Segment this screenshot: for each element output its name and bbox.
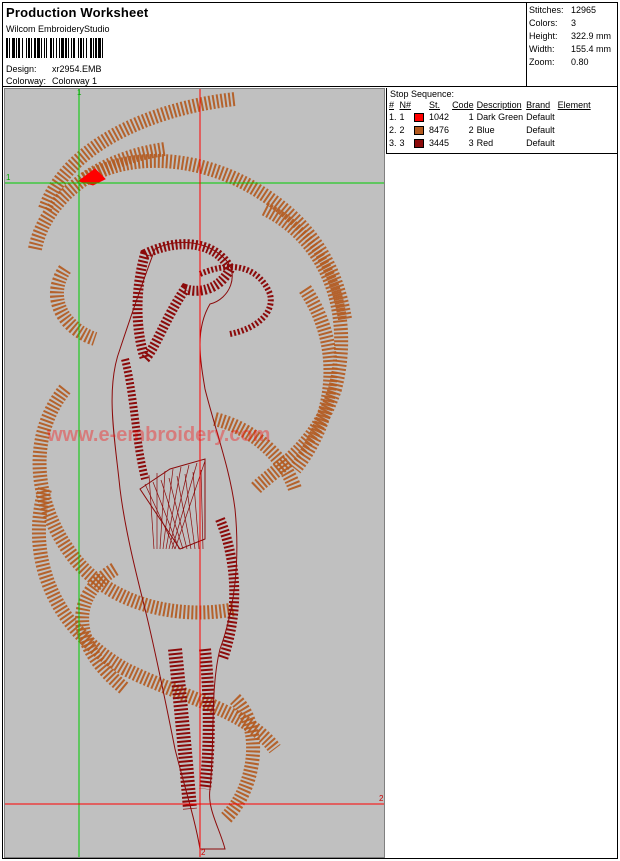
color-swatch [414,126,425,136]
zoom-value: 0.80 [571,57,589,67]
barcode-bar [103,38,105,58]
figure-outline [111,241,238,850]
figure-leg-front [199,648,215,790]
dragon-embroidery [28,92,352,824]
design-preview-svg: www.e-embroidery.com [5,89,384,857]
garment-mesh-line [144,483,176,550]
table-row[interactable]: 1. 1 1042 1 Dark Green Default [389,111,594,124]
color-swatch [414,113,425,123]
needle-number: 2 [399,125,405,135]
stop-number: 3. [389,138,397,148]
height-label: Height: [529,31,558,41]
col-needle: N# [399,100,412,110]
thread-code: 3 [468,138,474,148]
thread-code: 1 [468,112,474,122]
thread-brand: Default [526,138,555,148]
col-brand: Brand [526,100,551,110]
color-swatch-cell [414,124,429,137]
col-element: Element [557,100,591,110]
stop-sequence-heading: Stop Sequence: [390,89,455,99]
thread-description: Blue [476,125,495,135]
table-row[interactable]: 3. 3 3445 3 Red Default [389,137,594,150]
garment-mesh-line [192,471,200,550]
design-preview-canvas[interactable]: www.e-embroidery.com 1 1 2 2 [4,88,385,858]
design-label: Design: [6,64,37,74]
stitch-count: 1042 [429,112,450,122]
dragon-stitch-band [49,265,98,346]
width-value: 155.4 mm [571,44,612,54]
colors-row: Colors: 3 [529,18,576,28]
design-barcode [6,38,134,58]
figure-back [121,358,149,480]
garment-mesh-line [200,469,204,550]
colors-value: 3 [571,18,577,28]
worksheet-header: Production Worksheet Wilcom EmbroiderySt… [2,2,527,87]
thread-brand: Default [526,125,555,135]
col-code: Code [452,100,474,110]
table-row[interactable]: 2. 2 8476 2 Blue Default [389,124,594,137]
stop-number: 1. [389,112,397,122]
garment-mesh-line [148,474,155,550]
guide-1-top-label: 1 [77,88,82,97]
guide-1-left-label: 1 [6,173,11,182]
figure-leg-back [168,648,197,810]
colors-label: Colors: [529,18,558,28]
color-swatch-cell [414,111,429,124]
stitch-count: 3445 [429,138,450,148]
thread-description: Dark Green [476,112,524,122]
height-value: 322.9 mm [571,31,612,41]
stop-number: 2. [389,125,397,135]
thread-brand: Default [526,112,555,122]
software-name: Wilcom EmbroideryStudio [6,24,110,34]
thread-code: 2 [468,125,474,135]
height-row: Height: 322.9 mm [529,31,611,41]
dragon-stitch-band [28,142,167,251]
thread-element [558,137,594,150]
colorway-value: Colorway 1 [52,76,98,86]
colorway-row: Colorway: Colorway 1 [6,76,97,86]
stop-sequence-panel: Stop Sequence: # N# St. Code Description… [386,88,618,154]
col-swatch [414,100,429,111]
col-stitches: St. [429,100,441,110]
guide-2-right-label: 2 [379,794,384,803]
thread-element [558,111,594,124]
stitch-count: 8476 [429,125,450,135]
garment-mesh-line [184,473,196,550]
figure-arm [198,263,274,337]
color-swatch-cell [414,137,429,150]
thread-description: Red [476,138,494,148]
color-swatch [414,139,425,149]
needle-number: 3 [399,138,405,148]
design-stats: Stitches: 12965 Colors: 3 Height: 322.9 mm … [527,2,618,87]
col-description: Description [476,100,522,110]
watermark-text: www.e-embroidery.com [46,424,270,446]
stop-sequence-table: # N# St. Code Description Brand Element … [389,100,594,150]
stitches-value: 12965 [571,5,597,15]
stitches-row: Stitches: 12965 [529,5,596,15]
width-row: Width: 155.4 mm [529,44,611,54]
stitches-label: Stitches: [529,5,564,15]
zoom-label: Zoom: [529,57,555,67]
guide-2-bottom-label: 2 [201,848,206,857]
thread-element [558,124,594,137]
page-title: Production Worksheet [6,5,149,20]
stop-table-header: # N# St. Code Description Brand Element [389,100,594,111]
design-value: xr2954.EMB [52,64,102,74]
width-label: Width: [529,44,555,54]
col-number: # [389,100,395,110]
design-row: Design: xr2954.EMB [6,64,102,74]
colorway-label: Colorway: [6,76,47,86]
needle-number: 1 [399,112,405,122]
zoom-row: Zoom: 0.80 [529,57,589,67]
figure-hip [215,517,240,661]
